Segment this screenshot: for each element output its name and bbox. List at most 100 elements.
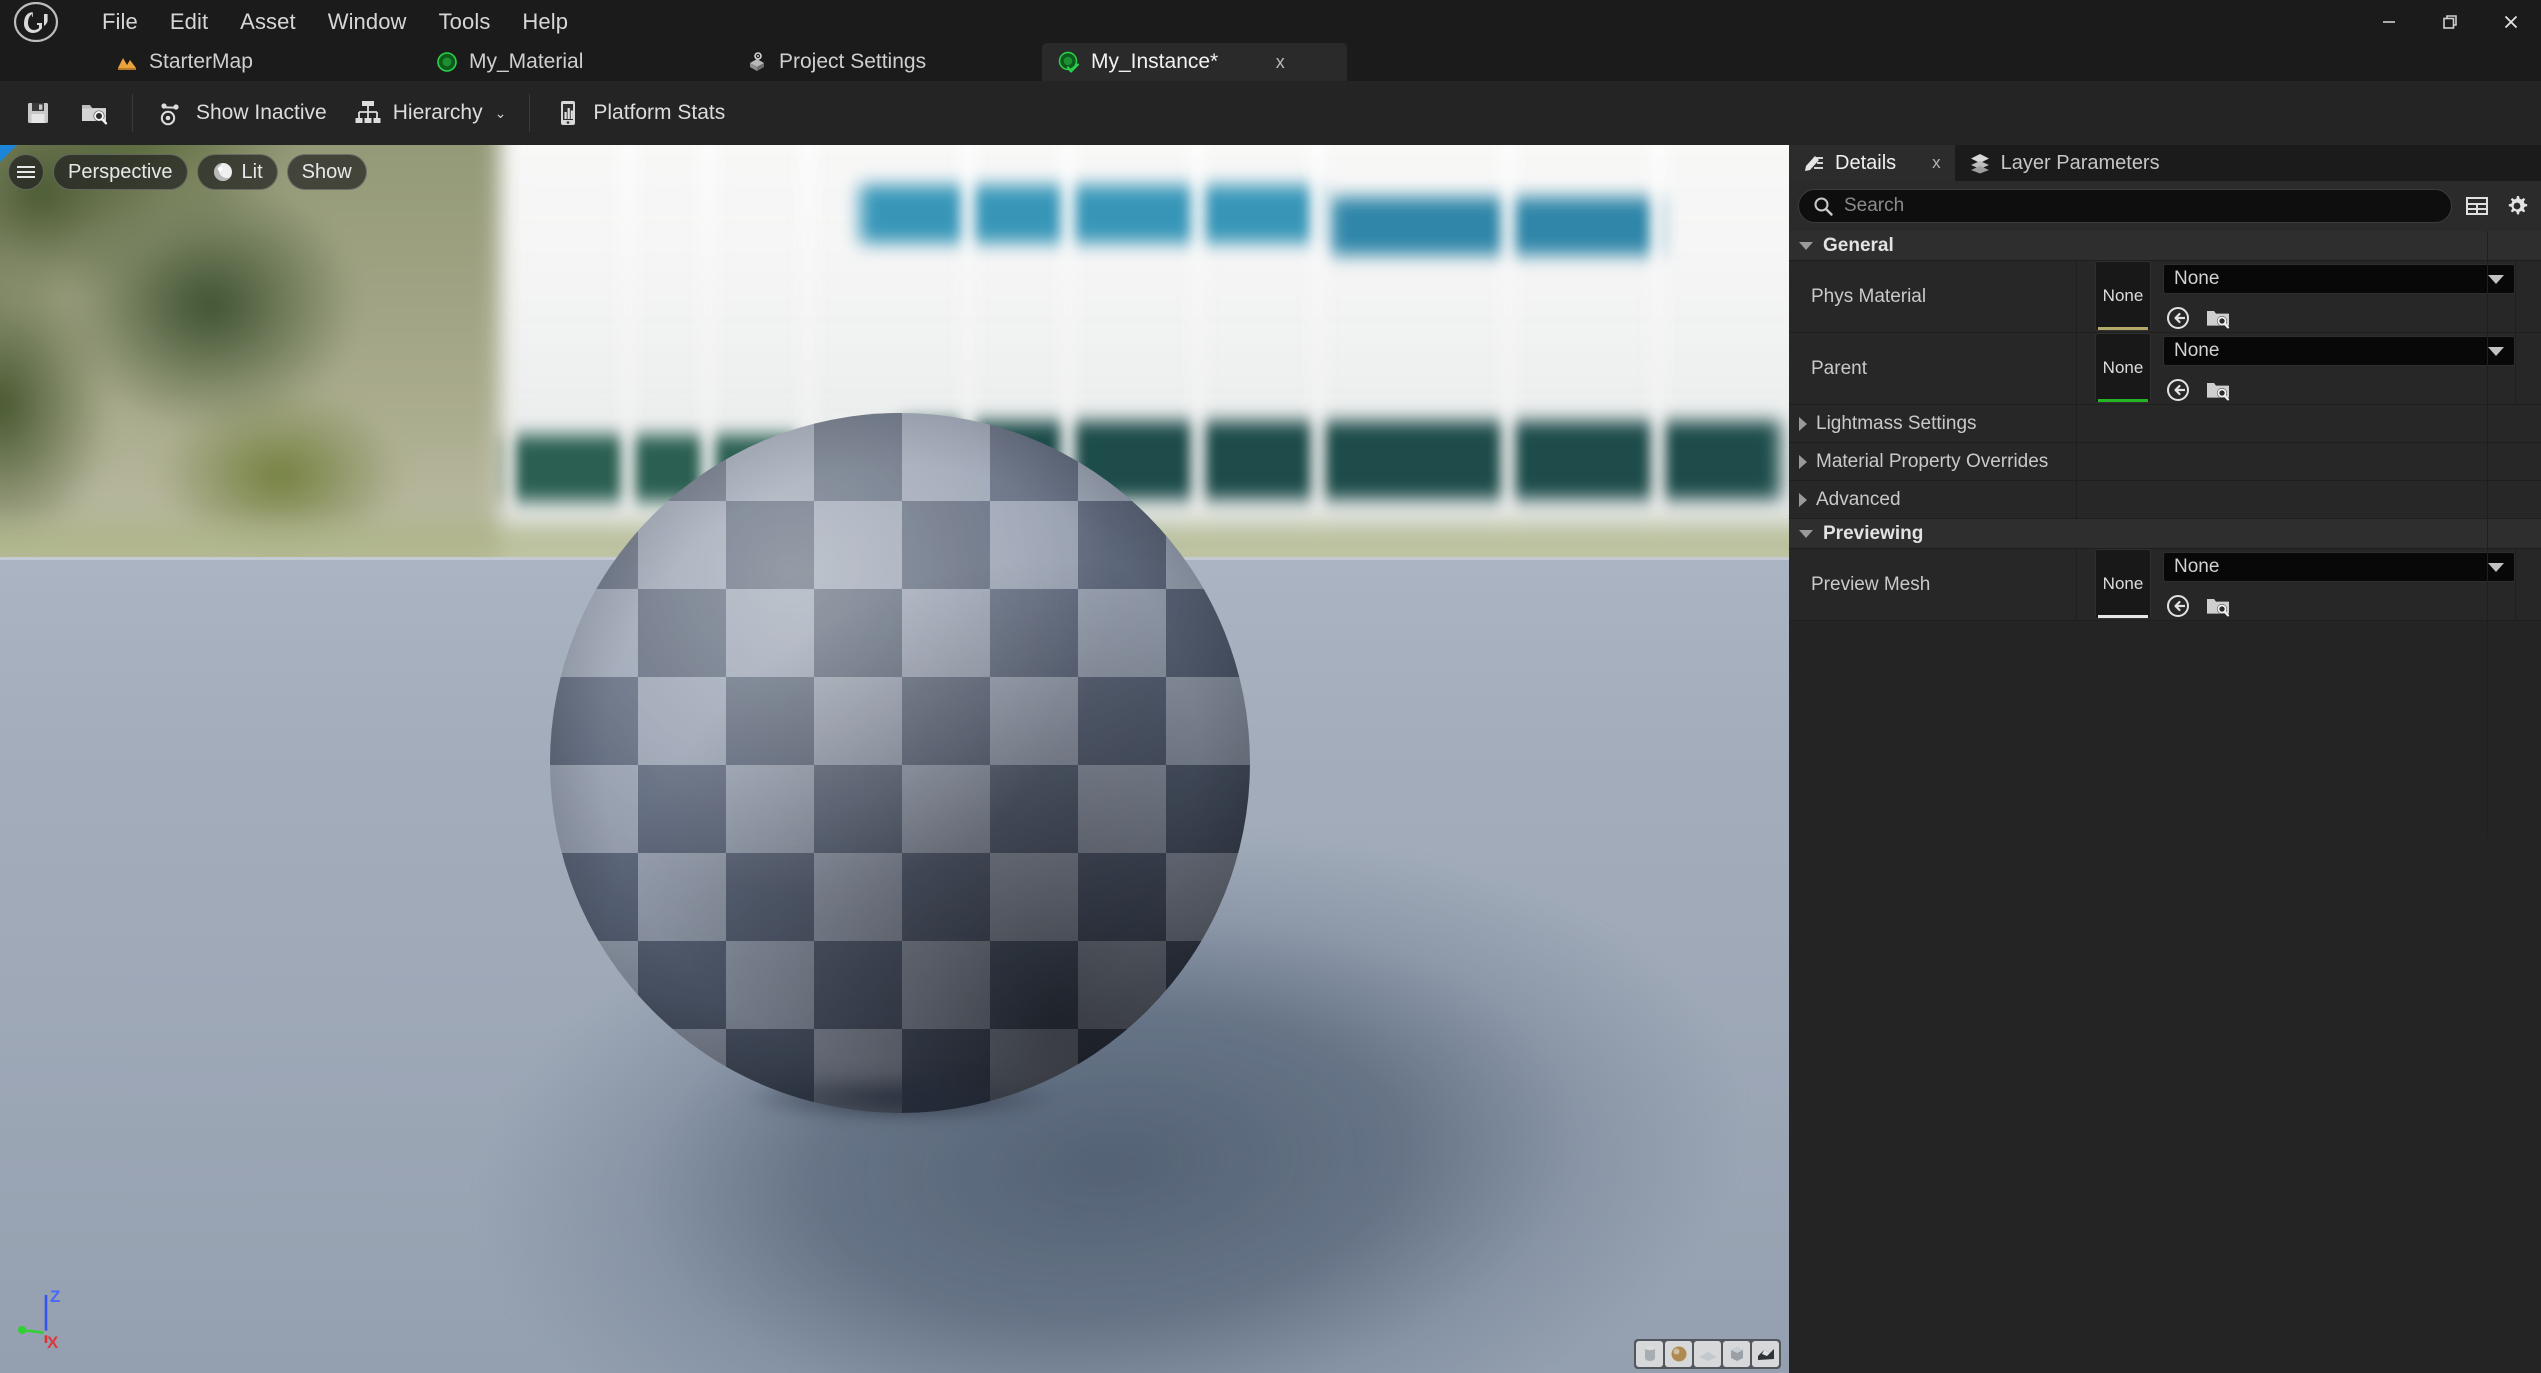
asset-thumbnail[interactable]: None bbox=[2095, 333, 2151, 403]
chevron-down-icon: ⌄ bbox=[494, 104, 507, 121]
tab-label: My_Material bbox=[469, 50, 584, 73]
platform-stats-button[interactable]: Platform Stats bbox=[540, 89, 738, 137]
material-preview-viewport[interactable]: Perspective Lit Show Z X bbox=[0, 145, 1789, 1373]
cube-preview-button[interactable] bbox=[1723, 1341, 1750, 1367]
toolbar-divider-1 bbox=[132, 94, 133, 132]
tab-label: Project Settings bbox=[779, 50, 927, 73]
close-button[interactable] bbox=[2480, 0, 2541, 43]
unreal-engine-logo-icon[interactable] bbox=[8, 2, 64, 42]
custom-mesh-preview-button[interactable] bbox=[1752, 1341, 1779, 1367]
tab-project-settings[interactable]: Project Settings bbox=[730, 43, 942, 81]
show-menu-button[interactable]: Show bbox=[286, 154, 367, 190]
cylinder-preview-button[interactable] bbox=[1636, 1341, 1663, 1367]
lighting-mode-button[interactable]: Lit bbox=[196, 154, 278, 190]
asset-toolbar: Show Inactive Hierarchy ⌄ Platform Stats bbox=[0, 81, 2541, 145]
search-icon bbox=[1814, 197, 1833, 216]
viewport-menu-button[interactable] bbox=[8, 154, 44, 190]
menu-help[interactable]: Help bbox=[506, 5, 584, 39]
asset-picker-dropdown[interactable]: None bbox=[2163, 552, 2515, 582]
asset-thumbnail[interactable]: None bbox=[2095, 549, 2151, 619]
asset-picker-value: None bbox=[2174, 268, 2220, 289]
property-label: Phys Material bbox=[1789, 261, 2077, 332]
details-tab-close-button[interactable]: x bbox=[1932, 153, 1941, 173]
search-box[interactable] bbox=[1798, 189, 2452, 223]
asset-action-icons bbox=[2163, 591, 2515, 621]
chevron-down-icon bbox=[1799, 529, 1813, 538]
tab-layer-parameters[interactable]: Layer Parameters bbox=[1955, 145, 2174, 181]
panel-column-divider[interactable] bbox=[2487, 231, 2488, 837]
property-group-label: Material Property Overrides bbox=[1816, 450, 2049, 472]
platform-stats-label: Platform Stats bbox=[593, 101, 726, 124]
browse-to-asset-button[interactable] bbox=[2203, 303, 2233, 333]
browse-to-asset-button[interactable] bbox=[66, 89, 122, 137]
main-menu-bar: File Edit Asset Window Tools Help bbox=[86, 0, 584, 43]
view-mode-label: Perspective bbox=[68, 160, 173, 183]
tab-startermap[interactable]: StarterMap bbox=[100, 43, 269, 81]
hierarchy-label: Hierarchy bbox=[392, 101, 483, 124]
category-previewing-label: Previewing bbox=[1823, 522, 1924, 544]
category-general[interactable]: General bbox=[1789, 231, 2541, 261]
tab-my-instance[interactable]: My_Instance* x bbox=[1042, 43, 1347, 81]
use-selected-asset-button[interactable] bbox=[2163, 375, 2193, 405]
sphere-shading bbox=[550, 413, 1250, 1113]
property-group-advanced[interactable]: Advanced bbox=[1789, 481, 2541, 519]
tab-my-material[interactable]: My_Material bbox=[420, 43, 599, 81]
plane-preview-button[interactable] bbox=[1694, 1341, 1721, 1367]
search-input[interactable] bbox=[1844, 195, 2438, 217]
toolbar-divider-2 bbox=[529, 94, 531, 132]
category-previewing[interactable]: Previewing bbox=[1789, 519, 2541, 549]
chevron-down-icon bbox=[2488, 346, 2504, 356]
asset-thumbnail-label: None bbox=[2102, 574, 2144, 593]
platform-stats-icon bbox=[561, 101, 576, 125]
use-selected-asset-icon bbox=[2167, 595, 2189, 617]
gizmo-x-label: X bbox=[47, 1333, 59, 1352]
restore-button[interactable] bbox=[2419, 0, 2480, 43]
property-group-lightmass-settings[interactable]: Lightmass Settings bbox=[1789, 405, 2541, 443]
asset-thumbnail-underline bbox=[2098, 327, 2148, 330]
property-group-label: Lightmass Settings bbox=[1816, 412, 1977, 434]
settings-gear-button[interactable] bbox=[2502, 191, 2532, 221]
preview-mesh-sphere bbox=[550, 413, 1250, 1133]
property-list: General Phys Material None None Parent N… bbox=[1789, 231, 2541, 1241]
row-tail-column bbox=[2515, 261, 2541, 332]
browse-to-asset-icon bbox=[2207, 599, 2230, 617]
use-selected-asset-button[interactable] bbox=[2163, 303, 2193, 333]
details-pencil-icon bbox=[1805, 156, 1823, 171]
tab-details[interactable]: Details x bbox=[1789, 145, 1955, 181]
browse-to-asset-icon bbox=[2207, 383, 2230, 401]
hierarchy-icon bbox=[355, 101, 381, 123]
minimize-button[interactable] bbox=[2358, 0, 2419, 43]
hierarchy-button[interactable]: Hierarchy ⌄ bbox=[340, 89, 520, 137]
gizmo-z-label: Z bbox=[50, 1287, 61, 1306]
material-instance-icon bbox=[1058, 51, 1080, 73]
tab-close-button[interactable]: x bbox=[1271, 53, 1289, 71]
asset-action-icons bbox=[2163, 303, 2515, 333]
material-icon bbox=[437, 52, 457, 72]
view-mode-button[interactable]: Perspective bbox=[53, 154, 188, 190]
use-selected-asset-button[interactable] bbox=[2163, 591, 2193, 621]
chevron-right-icon bbox=[1799, 416, 1807, 431]
layers-icon bbox=[1970, 154, 1989, 174]
chevron-down-icon bbox=[2488, 562, 2504, 572]
property-group-material-property-overrides[interactable]: Material Property Overrides bbox=[1789, 443, 2541, 481]
browse-to-asset-icon bbox=[82, 105, 108, 125]
sphere-preview-button[interactable] bbox=[1665, 1341, 1692, 1367]
browse-to-asset-button[interactable] bbox=[2203, 591, 2233, 621]
asset-picker-value: None bbox=[2174, 556, 2220, 577]
menu-file[interactable]: File bbox=[86, 5, 154, 39]
menu-window[interactable]: Window bbox=[312, 5, 423, 39]
asset-thumbnail[interactable]: None bbox=[2095, 261, 2151, 331]
column-settings-button[interactable] bbox=[2462, 191, 2492, 221]
browse-to-asset-button[interactable] bbox=[2203, 375, 2233, 405]
asset-picker-dropdown[interactable]: None bbox=[2163, 264, 2515, 294]
menu-asset[interactable]: Asset bbox=[224, 5, 312, 39]
save-button[interactable] bbox=[10, 89, 66, 137]
tab-label: My_Instance* bbox=[1091, 50, 1219, 73]
asset-picker-dropdown[interactable]: None bbox=[2163, 336, 2515, 366]
menu-edit[interactable]: Edit bbox=[154, 5, 224, 39]
chevron-down-icon bbox=[2488, 274, 2504, 284]
preview-shape-selector bbox=[1634, 1339, 1781, 1369]
viewport-axis-gizmo: Z X bbox=[14, 1285, 76, 1352]
show-inactive-button[interactable]: Show Inactive bbox=[143, 89, 340, 137]
menu-tools[interactable]: Tools bbox=[423, 5, 507, 39]
